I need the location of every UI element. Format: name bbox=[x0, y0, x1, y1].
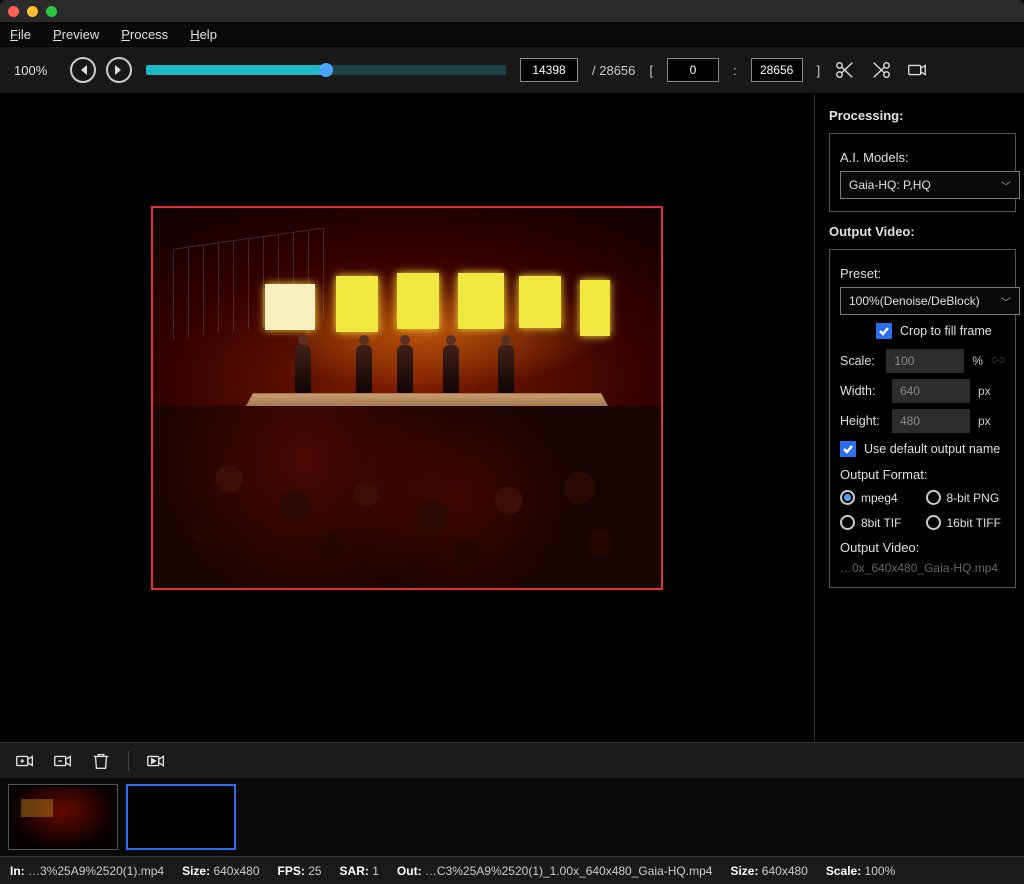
format-mpeg4[interactable]: mpeg4 bbox=[840, 490, 920, 505]
skip-back-button[interactable] bbox=[70, 57, 96, 83]
queue-add-button[interactable] bbox=[14, 750, 36, 772]
format-8bit-png[interactable]: 8-bit PNG bbox=[926, 490, 1006, 505]
current-frame-input[interactable] bbox=[520, 58, 578, 82]
video-frame[interactable] bbox=[151, 206, 663, 590]
queue-toolbar bbox=[0, 742, 1024, 778]
height-unit: px bbox=[978, 414, 991, 428]
ai-models-select[interactable]: Gaia-HQ: P,HQ ﹀ bbox=[840, 171, 1020, 199]
range-colon: : bbox=[733, 63, 737, 78]
skip-forward-button[interactable] bbox=[106, 57, 132, 83]
camera-plus-icon bbox=[14, 750, 36, 772]
output-heading: Output Video: bbox=[829, 224, 1016, 239]
format-label: Output Format: bbox=[840, 467, 1005, 482]
radio-icon bbox=[926, 515, 941, 530]
scale-input[interactable] bbox=[886, 349, 964, 373]
format-16bit-tiff[interactable]: 16bit TIFF bbox=[926, 515, 1006, 530]
trash-icon bbox=[90, 750, 112, 772]
queue-thumbnails bbox=[0, 778, 1024, 856]
default-name-label: Use default output name bbox=[864, 442, 1000, 456]
window-titlebar bbox=[0, 0, 1024, 22]
toolbar-divider bbox=[128, 751, 129, 771]
format-radio-group: mpeg4 8-bit PNG 8bit TIF 16bit TIFF bbox=[840, 490, 1005, 530]
height-row: Height: px bbox=[840, 409, 1005, 433]
menu-bar: File Preview Process Help bbox=[0, 22, 1024, 46]
radio-icon bbox=[840, 515, 855, 530]
trim-start-button[interactable] bbox=[834, 59, 856, 81]
queue-delete-button[interactable] bbox=[90, 750, 112, 772]
width-label: Width: bbox=[840, 384, 884, 398]
chevron-down-icon: ﹀ bbox=[1001, 294, 1011, 309]
height-input[interactable] bbox=[892, 409, 970, 433]
width-input[interactable] bbox=[892, 379, 970, 403]
skip-back-icon bbox=[77, 64, 89, 76]
preset-value: 100%(Denoise/DeBlock) bbox=[849, 294, 980, 308]
link-icon bbox=[991, 353, 1005, 369]
default-name-checkbox[interactable] bbox=[840, 441, 856, 457]
preset-select[interactable]: 100%(Denoise/DeBlock) ﹀ bbox=[840, 287, 1020, 315]
scale-unit: % bbox=[972, 354, 983, 368]
crop-checkbox-row[interactable]: Crop to fill frame bbox=[876, 323, 1005, 339]
zoom-level[interactable]: 100% bbox=[14, 63, 56, 78]
scissors-icon bbox=[834, 59, 856, 81]
output-video-label: Output Video: bbox=[840, 540, 1005, 555]
camera-minus-icon bbox=[52, 750, 74, 772]
maximize-window-button[interactable] bbox=[46, 6, 57, 17]
ai-models-value: Gaia-HQ: P,HQ bbox=[849, 178, 931, 192]
width-row: Width: px bbox=[840, 379, 1005, 403]
camera-icon bbox=[906, 59, 928, 81]
range-open-bracket: [ bbox=[649, 63, 653, 78]
minimize-window-button[interactable] bbox=[27, 6, 38, 17]
crop-checkbox[interactable] bbox=[876, 323, 892, 339]
status-bar: In: …3%25A9%2520(1).mp4 Size: 640x480 FP… bbox=[0, 856, 1024, 884]
crop-label: Crop to fill frame bbox=[900, 324, 992, 338]
format-8bit-tif[interactable]: 8bit TIF bbox=[840, 515, 920, 530]
range-close-bracket: ] bbox=[817, 63, 821, 78]
radio-icon bbox=[926, 490, 941, 505]
ai-models-box: A.I. Models: Gaia-HQ: P,HQ ﹀ bbox=[829, 133, 1016, 212]
queue-item-1[interactable] bbox=[8, 784, 118, 850]
ai-models-label: A.I. Models: bbox=[840, 150, 1005, 165]
height-label: Height: bbox=[840, 414, 884, 428]
settings-panel: Processing: A.I. Models: Gaia-HQ: P,HQ ﹀… bbox=[814, 94, 1024, 742]
preview-area bbox=[0, 94, 814, 742]
trim-end-button[interactable] bbox=[870, 59, 892, 81]
scissors-forward-icon bbox=[870, 59, 892, 81]
output-path: …0x_640x480_Gaia-HQ.mp4 bbox=[840, 561, 1005, 575]
camera-play-icon bbox=[145, 750, 167, 772]
queue-remove-button[interactable] bbox=[52, 750, 74, 772]
skip-forward-icon bbox=[113, 64, 125, 76]
preset-label: Preset: bbox=[840, 266, 1005, 281]
width-unit: px bbox=[978, 384, 991, 398]
menu-file[interactable]: File bbox=[10, 27, 31, 42]
scale-row: Scale: % bbox=[840, 349, 1005, 373]
default-name-row[interactable]: Use default output name bbox=[840, 441, 1005, 457]
queue-process-button[interactable] bbox=[145, 750, 167, 772]
video-content bbox=[153, 208, 661, 588]
chevron-down-icon: ﹀ bbox=[1001, 178, 1011, 193]
playback-toolbar: 100% / 28656 [ : ] bbox=[0, 46, 1024, 94]
output-video-box: Preset: 100%(Denoise/DeBlock) ﹀ Crop to … bbox=[829, 249, 1016, 588]
range-start-input[interactable] bbox=[667, 58, 719, 82]
range-end-input[interactable] bbox=[751, 58, 803, 82]
queue-item-2[interactable] bbox=[126, 784, 236, 850]
menu-preview[interactable]: Preview bbox=[53, 27, 99, 42]
scale-label: Scale: bbox=[840, 354, 878, 368]
processing-heading: Processing: bbox=[829, 108, 1016, 123]
frame-separator: / 28656 bbox=[592, 63, 635, 78]
menu-help[interactable]: Help bbox=[190, 27, 217, 42]
close-window-button[interactable] bbox=[8, 6, 19, 17]
timeline-slider[interactable] bbox=[146, 65, 506, 75]
menu-process[interactable]: Process bbox=[121, 27, 168, 42]
radio-icon bbox=[840, 490, 855, 505]
snapshot-button[interactable] bbox=[906, 59, 928, 81]
